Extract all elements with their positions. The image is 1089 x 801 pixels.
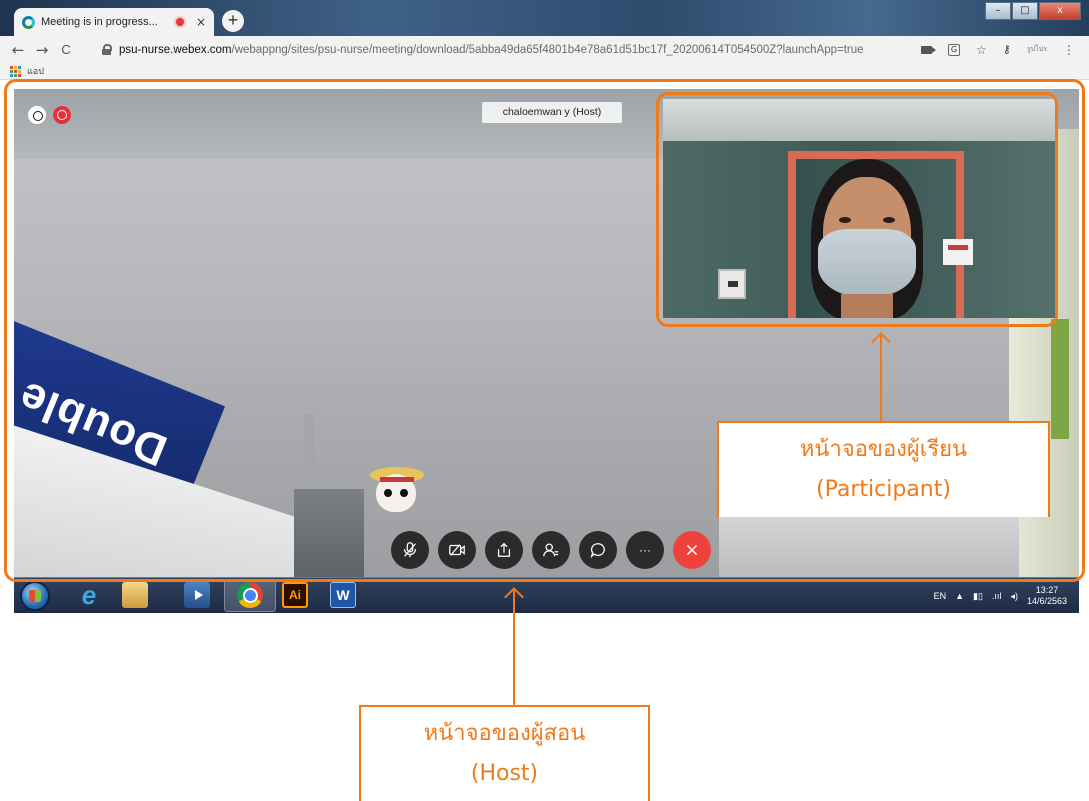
share-button[interactable]: [485, 531, 523, 569]
lock-icon: [102, 44, 112, 55]
figurine-hat-band: [380, 477, 414, 482]
participant-callout-title: หน้าจอของผู้เรียน: [799, 437, 968, 462]
stop-video-button[interactable]: [438, 531, 476, 569]
translate-icon[interactable]: G: [948, 43, 960, 56]
camera-icon[interactable]: [921, 45, 936, 54]
bookmarks-bar: แอป: [0, 63, 1089, 80]
participant-self-view[interactable]: [663, 99, 1055, 318]
tab-close-button[interactable]: ×: [196, 15, 206, 29]
word-icon[interactable]: W: [330, 582, 356, 608]
back-button[interactable]: ←: [6, 41, 30, 59]
system-tray: EN ▲ ▮▯ .ııl ◂) 13:27 14/6/2563: [934, 578, 1067, 614]
participant-eyes: [839, 217, 895, 225]
minimize-button[interactable]: –: [985, 2, 1011, 20]
internet-explorer-icon[interactable]: e: [76, 580, 102, 610]
volume-icon[interactable]: ◂): [1010, 591, 1018, 602]
host-callout: หน้าจอของผู้สอน (Host): [359, 705, 650, 801]
selfview-ceiling: [663, 99, 1055, 141]
share-icon: [497, 542, 511, 557]
tab-title: Meeting is in progress...: [41, 16, 158, 28]
selfview-sign: [943, 239, 973, 265]
maximize-button[interactable]: □: [1012, 2, 1038, 20]
participants-button[interactable]: [532, 531, 570, 569]
windows-taskbar: e Ai W EN ▲ ▮▯ .ııl ◂) 13:27 14/6/2563: [14, 577, 1079, 613]
forward-button[interactable]: →: [30, 41, 54, 59]
recording-icon[interactable]: [53, 106, 71, 124]
recording-indicator-icon: [175, 18, 184, 26]
figurine-eyes: [384, 489, 408, 497]
reload-button[interactable]: C: [54, 42, 78, 57]
browser-toolbar: ← → C psu-nurse.webex.com/webappng/sites…: [0, 36, 1089, 63]
host-callout-subtitle: (Host): [470, 761, 539, 786]
close-window-button[interactable]: x: [1039, 2, 1081, 20]
participant-neck: [841, 294, 893, 318]
active-speaker-name: chaloemwan y (Host): [482, 102, 622, 123]
browser-tabstrip: Meeting is in progress... × + – □ x: [0, 0, 1089, 36]
microphone-muted-icon: [403, 542, 417, 558]
profile-icon[interactable]: รูปโปร: [1027, 46, 1047, 53]
clock-date: 14/6/2563: [1026, 596, 1067, 606]
video-off-icon: [449, 544, 465, 556]
language-indicator[interactable]: EN: [934, 591, 947, 601]
new-tab-button[interactable]: +: [222, 10, 244, 32]
chat-bubble-icon: [590, 543, 605, 559]
mute-button[interactable]: [391, 531, 429, 569]
host-video-green-object: [1051, 319, 1069, 439]
start-button[interactable]: [20, 581, 50, 611]
show-hidden-icons-icon[interactable]: ▲: [955, 591, 964, 601]
selfview-wall-switch: [718, 269, 746, 299]
address-bar[interactable]: psu-nurse.webex.com/webappng/sites/psu-n…: [88, 39, 921, 61]
apps-grid-icon[interactable]: [10, 65, 21, 77]
window-controls: – □ x: [985, 2, 1081, 20]
tab-meeting[interactable]: Meeting is in progress... ×: [14, 8, 214, 36]
webex-favicon-icon: [22, 15, 35, 29]
more-options-button[interactable]: ···: [626, 531, 664, 569]
chrome-icon[interactable]: [237, 582, 263, 608]
host-video-pole: [304, 414, 314, 494]
file-explorer-icon[interactable]: [122, 582, 148, 608]
apps-bookmark-label[interactable]: แอป: [27, 64, 44, 78]
screenshot-root: Meeting is in progress... × + – □ x ← → …: [0, 0, 1089, 801]
media-player-icon[interactable]: [184, 582, 210, 608]
network-icon[interactable]: ▮▯: [973, 591, 983, 602]
meeting-control-bar: ···: [14, 529, 1079, 573]
signal-icon[interactable]: .ııl: [992, 591, 1002, 601]
illustrator-icon[interactable]: Ai: [282, 582, 308, 608]
menu-icon[interactable]: ⋮: [1063, 43, 1075, 57]
key-icon[interactable]: ⚷: [1003, 43, 1011, 56]
participants-icon: [543, 543, 559, 557]
participant-callout-subtitle: (Participant): [816, 477, 951, 502]
clock[interactable]: 13:27 14/6/2563: [1027, 585, 1067, 607]
participant-mask: [818, 229, 916, 297]
star-icon[interactable]: ☆: [976, 43, 987, 57]
meeting-info-icon[interactable]: [28, 106, 46, 124]
clock-time: 13:27: [1035, 585, 1059, 595]
participant-callout: หน้าจอของผู้เรียน (Participant): [717, 421, 1050, 517]
url-text: psu-nurse.webex.com/webappng/sites/psu-n…: [119, 43, 864, 56]
toolbar-right-icons: G ☆ ⚷ รูปโปร ⋮: [921, 43, 1075, 57]
chat-button[interactable]: [579, 531, 617, 569]
host-callout-title: หน้าจอของผู้สอน: [423, 721, 586, 746]
end-meeting-button[interactable]: [673, 531, 711, 569]
close-icon: [686, 544, 698, 556]
